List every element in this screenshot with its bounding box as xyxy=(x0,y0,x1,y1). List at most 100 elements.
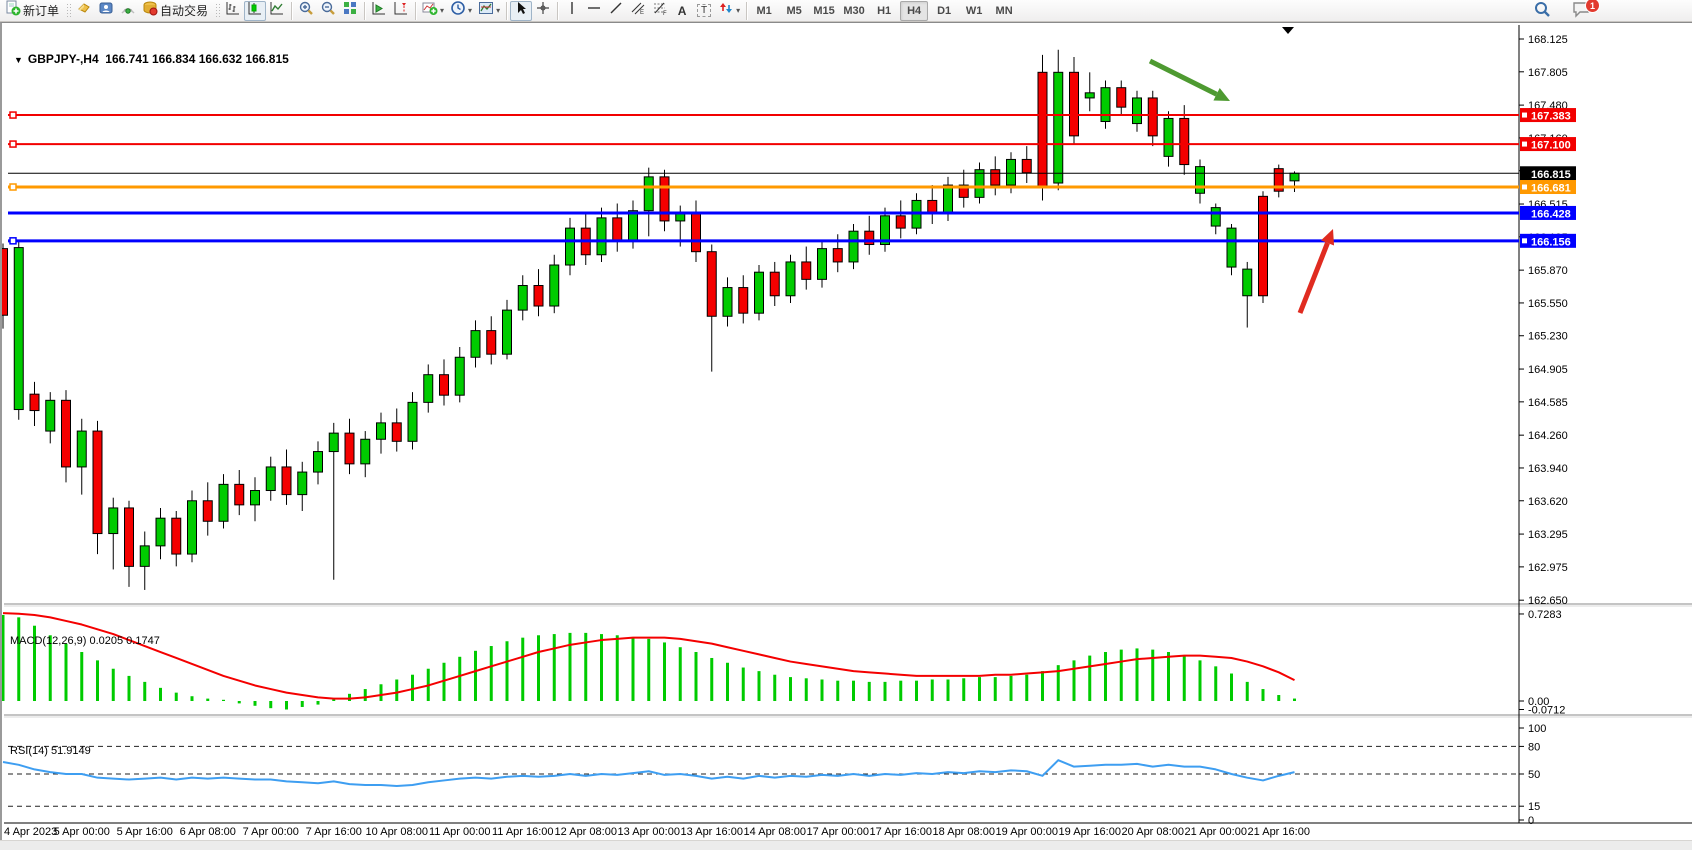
cursor-tool-button[interactable] xyxy=(510,1,532,21)
svg-text:E: E xyxy=(640,10,644,16)
trendline-tool-button[interactable] xyxy=(605,1,627,21)
timeframe-button-D1[interactable]: D1 xyxy=(930,1,958,21)
svg-text:F: F xyxy=(663,11,667,16)
svg-text:168.125: 168.125 xyxy=(1528,34,1568,46)
window-menu-icon[interactable]: ▼ xyxy=(14,55,23,65)
svg-text:162.650: 162.650 xyxy=(1528,595,1568,607)
svg-text:80: 80 xyxy=(1528,741,1540,753)
fibonacci-icon: F xyxy=(652,0,668,21)
templates-button[interactable]: ▾ xyxy=(475,1,503,21)
svg-text:12 Apr 08:00: 12 Apr 08:00 xyxy=(555,826,617,838)
fibonacci-tool-button[interactable]: F xyxy=(649,1,671,21)
timeframe-button-M15[interactable]: M15 xyxy=(810,1,838,21)
periods-button[interactable]: ▾ xyxy=(447,1,475,21)
notifications-button[interactable]: 1 xyxy=(1568,1,1594,21)
price-tag-167.100: 167.100 xyxy=(1520,137,1576,152)
vertical-line-tool-button[interactable] xyxy=(561,1,583,21)
svg-text:166.815: 166.815 xyxy=(1531,169,1571,181)
svg-text:11 Apr 16:00: 11 Apr 16:00 xyxy=(492,826,554,838)
timeframe-button-M5[interactable]: M5 xyxy=(780,1,808,21)
auto-scroll-icon xyxy=(371,0,387,21)
tile-windows-button[interactable] xyxy=(339,1,361,21)
cursor-icon xyxy=(513,0,529,21)
svg-text:11 Apr 00:00: 11 Apr 00:00 xyxy=(429,826,491,838)
auto-trading-button[interactable]: 自动交易 xyxy=(139,1,213,21)
auto-trading-icon xyxy=(142,0,158,21)
candlestick-icon xyxy=(247,0,263,21)
svg-text:21 Apr 00:00: 21 Apr 00:00 xyxy=(1185,826,1247,838)
chart-canvas[interactable]: 168.125167.805167.480167.160166.840166.5… xyxy=(2,23,1692,841)
zoom-out-icon xyxy=(320,0,336,21)
tile-windows-icon xyxy=(342,0,358,21)
svg-text:166.156: 166.156 xyxy=(1531,236,1571,248)
svg-text:163.620: 163.620 xyxy=(1528,496,1568,508)
crosshair-tool-button[interactable] xyxy=(532,1,554,21)
metaeditor-button[interactable] xyxy=(73,1,95,21)
timeframe-button-H4[interactable]: H4 xyxy=(900,1,928,21)
svg-text:164.260: 164.260 xyxy=(1528,430,1568,442)
search-button[interactable] xyxy=(1530,1,1554,21)
line-chart-mode-button[interactable] xyxy=(266,1,288,21)
clock-icon xyxy=(450,0,466,21)
text-label-tool-button[interactable]: T xyxy=(693,1,715,21)
svg-text:167.383: 167.383 xyxy=(1531,111,1571,123)
signals-button[interactable] xyxy=(117,1,139,21)
svg-text:-0.0712: -0.0712 xyxy=(1528,705,1565,717)
trendline-icon xyxy=(608,0,624,21)
svg-text:166.681: 166.681 xyxy=(1531,183,1571,195)
timeframe-button-H1[interactable]: H1 xyxy=(870,1,898,21)
svg-text:165.230: 165.230 xyxy=(1528,331,1568,343)
svg-text:21 Apr 16:00: 21 Apr 16:00 xyxy=(1248,826,1310,838)
zoom-in-button[interactable] xyxy=(295,1,317,21)
crosshair-icon xyxy=(535,0,551,21)
mt4-terminal-window: 新订单 自动交易 ▾ ▾ ▾ E F A T ▾ xyxy=(0,0,1692,850)
timeframe-button-M30[interactable]: M30 xyxy=(840,1,868,21)
price-tag-167.383: 167.383 xyxy=(1520,108,1576,123)
svg-text:167.805: 167.805 xyxy=(1528,67,1568,79)
svg-text:14 Apr 08:00: 14 Apr 08:00 xyxy=(744,826,806,838)
price-tag-166.428: 166.428 xyxy=(1520,206,1576,221)
timeframe-button-M1[interactable]: M1 xyxy=(750,1,778,21)
timeframe-button-W1[interactable]: W1 xyxy=(960,1,988,21)
chart-ohlc-readout: 166.741 166.834 166.632 166.815 xyxy=(105,52,289,66)
svg-text:165.870: 165.870 xyxy=(1528,265,1568,277)
svg-text:5 Apr 00:00: 5 Apr 00:00 xyxy=(54,826,110,838)
template-icon xyxy=(478,0,494,21)
chart-shift-button[interactable] xyxy=(390,1,412,21)
channel-icon: E xyxy=(630,0,646,21)
toolbar-right-group: 1 xyxy=(1530,0,1594,22)
candlestick-mode-button[interactable] xyxy=(244,1,266,21)
macd-indicator-label: MACD(12,26,9) 0.0205 0.1747 xyxy=(10,635,160,647)
svg-text:164.585: 164.585 xyxy=(1528,397,1568,409)
svg-text:6 Apr 08:00: 6 Apr 08:00 xyxy=(180,826,236,838)
svg-text:17 Apr 16:00: 17 Apr 16:00 xyxy=(870,826,932,838)
community-button[interactable] xyxy=(95,1,117,21)
zoom-out-button[interactable] xyxy=(317,1,339,21)
text-tool-button[interactable]: A xyxy=(671,1,693,21)
toolbar-grip[interactable] xyxy=(215,3,220,19)
rsi-value: 51.9149 xyxy=(51,745,91,757)
zoom-in-icon xyxy=(298,0,314,21)
macd-name: MACD(12,26,9) xyxy=(10,635,86,647)
toolbar-grip[interactable] xyxy=(66,3,71,19)
auto-scroll-button[interactable] xyxy=(368,1,390,21)
bar-chart-mode-button[interactable] xyxy=(222,1,244,21)
chevron-down-icon: ▾ xyxy=(496,7,500,15)
svg-text:19 Apr 00:00: 19 Apr 00:00 xyxy=(996,826,1058,838)
signals-icon xyxy=(120,0,136,21)
indicators-button[interactable]: ▾ xyxy=(419,1,447,21)
toolbar-separator xyxy=(291,2,292,20)
horizontal-line-tool-button[interactable] xyxy=(583,1,605,21)
new-order-icon xyxy=(5,0,21,21)
timeframe-button-MN[interactable]: MN xyxy=(990,1,1018,21)
svg-text:13 Apr 16:00: 13 Apr 16:00 xyxy=(681,826,743,838)
channel-tool-button[interactable]: E xyxy=(627,1,649,21)
arrows-tool-button[interactable]: ▾ xyxy=(715,1,743,21)
price-tag-166.156: 166.156 xyxy=(1520,234,1576,249)
chart-window: ▼GBPJPY-,H4 166.741 166.834 166.632 166.… xyxy=(0,22,1692,840)
line-chart-icon xyxy=(269,0,285,21)
new-order-button[interactable]: 新订单 xyxy=(2,1,64,21)
text-tool-icon: A xyxy=(678,4,687,18)
svg-text:0.7283: 0.7283 xyxy=(1528,609,1562,621)
chart-shift-icon xyxy=(393,0,409,21)
